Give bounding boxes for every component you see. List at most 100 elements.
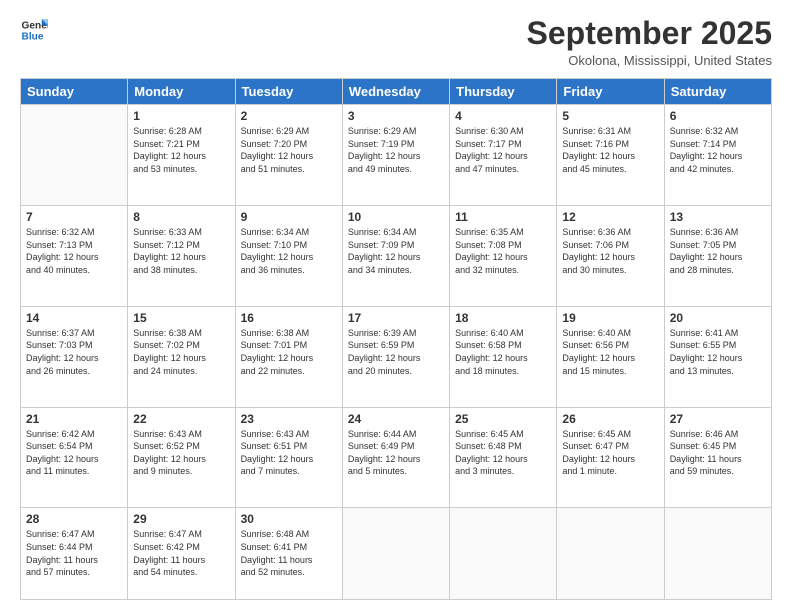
week-row-4: 21 Sunrise: 6:42 AM Sunset: 6:54 PM Dayli… — [21, 407, 772, 508]
cell-w4-d5: 25 Sunrise: 6:45 AM Sunset: 6:48 PM Dayli… — [450, 407, 557, 508]
cell-info: Sunrise: 6:29 AM Sunset: 7:20 PM Dayligh… — [241, 125, 337, 175]
day-number: 20 — [670, 311, 766, 325]
col-saturday: Saturday — [664, 79, 771, 105]
day-number: 10 — [348, 210, 444, 224]
cell-info: Sunrise: 6:31 AM Sunset: 7:16 PM Dayligh… — [562, 125, 658, 175]
logo: General Blue — [20, 16, 48, 44]
day-number: 11 — [455, 210, 551, 224]
cell-w5-d7 — [664, 508, 771, 600]
day-number: 17 — [348, 311, 444, 325]
day-number: 25 — [455, 412, 551, 426]
cell-info: Sunrise: 6:38 AM Sunset: 7:01 PM Dayligh… — [241, 327, 337, 377]
col-wednesday: Wednesday — [342, 79, 449, 105]
cell-w1-d1 — [21, 105, 128, 206]
cell-w5-d6 — [557, 508, 664, 600]
cell-info: Sunrise: 6:45 AM Sunset: 6:47 PM Dayligh… — [562, 428, 658, 478]
col-tuesday: Tuesday — [235, 79, 342, 105]
day-number: 16 — [241, 311, 337, 325]
week-row-2: 7Sunrise: 6:32 AM Sunset: 7:13 PM Daylig… — [21, 205, 772, 306]
cell-w5-d5 — [450, 508, 557, 600]
cell-info: Sunrise: 6:39 AM Sunset: 6:59 PM Dayligh… — [348, 327, 444, 377]
cell-w1-d4: 3 Sunrise: 6:29 AM Sunset: 7:19 PM Daylig… — [342, 105, 449, 206]
week-row-5: 28 Sunrise: 6:47 AM Sunset: 6:44 PM Dayli… — [21, 508, 772, 600]
day-number: 9 — [241, 210, 337, 224]
week-row-1: 1Sunrise: 6:28 AM Sunset: 7:21 PM Daylig… — [21, 105, 772, 206]
cell-w2-d1: 7Sunrise: 6:32 AM Sunset: 7:13 PM Daylig… — [21, 205, 128, 306]
day-number: 22 — [133, 412, 229, 426]
cell-w2-d2: 8Sunrise: 6:33 AM Sunset: 7:12 PM Daylig… — [128, 205, 235, 306]
cell-info: Sunrise: 6:33 AM Sunset: 7:12 PM Dayligh… — [133, 226, 229, 276]
location: Okolona, Mississippi, United States — [527, 53, 772, 68]
day-number: 19 — [562, 311, 658, 325]
day-number: 2 — [241, 109, 337, 123]
cell-w5-d3: 30 Sunrise: 6:48 AM Sunset: 6:41 PM Dayli… — [235, 508, 342, 600]
cell-w2-d3: 9 Sunrise: 6:34 AM Sunset: 7:10 PM Daylig… — [235, 205, 342, 306]
cell-w1-d7: 6 Sunrise: 6:32 AM Sunset: 7:14 PM Daylig… — [664, 105, 771, 206]
day-number: 15 — [133, 311, 229, 325]
day-number: 12 — [562, 210, 658, 224]
header-row: Sunday Monday Tuesday Wednesday Thursday… — [21, 79, 772, 105]
logo-icon: General Blue — [20, 16, 48, 44]
cell-w3-d1: 14 Sunrise: 6:37 AM Sunset: 7:03 PM Dayli… — [21, 306, 128, 407]
cell-w4-d3: 23Sunrise: 6:43 AM Sunset: 6:51 PM Dayli… — [235, 407, 342, 508]
day-number: 7 — [26, 210, 122, 224]
cell-info: Sunrise: 6:32 AM Sunset: 7:14 PM Dayligh… — [670, 125, 766, 175]
cell-w3-d2: 15 Sunrise: 6:38 AM Sunset: 7:02 PM Dayli… — [128, 306, 235, 407]
cell-info: Sunrise: 6:46 AM Sunset: 6:45 PM Dayligh… — [670, 428, 766, 478]
col-monday: Monday — [128, 79, 235, 105]
cell-info: Sunrise: 6:48 AM Sunset: 6:41 PM Dayligh… — [241, 528, 337, 578]
day-number: 21 — [26, 412, 122, 426]
cell-info: Sunrise: 6:47 AM Sunset: 6:42 PM Dayligh… — [133, 528, 229, 578]
cell-w4-d4: 24Sunrise: 6:44 AM Sunset: 6:49 PM Dayli… — [342, 407, 449, 508]
day-number: 24 — [348, 412, 444, 426]
cell-w5-d1: 28 Sunrise: 6:47 AM Sunset: 6:44 PM Dayli… — [21, 508, 128, 600]
cell-info: Sunrise: 6:35 AM Sunset: 7:08 PM Dayligh… — [455, 226, 551, 276]
col-sunday: Sunday — [21, 79, 128, 105]
cell-info: Sunrise: 6:38 AM Sunset: 7:02 PM Dayligh… — [133, 327, 229, 377]
cell-info: Sunrise: 6:47 AM Sunset: 6:44 PM Dayligh… — [26, 528, 122, 578]
week-row-3: 14 Sunrise: 6:37 AM Sunset: 7:03 PM Dayli… — [21, 306, 772, 407]
cell-w2-d5: 11 Sunrise: 6:35 AM Sunset: 7:08 PM Dayli… — [450, 205, 557, 306]
cell-info: Sunrise: 6:45 AM Sunset: 6:48 PM Dayligh… — [455, 428, 551, 478]
cell-w4-d6: 26 Sunrise: 6:45 AM Sunset: 6:47 PM Dayli… — [557, 407, 664, 508]
cell-w4-d2: 22 Sunrise: 6:43 AM Sunset: 6:52 PM Dayli… — [128, 407, 235, 508]
day-number: 18 — [455, 311, 551, 325]
page: General Blue September 2025 Okolona, Mis… — [0, 0, 792, 612]
cell-w1-d6: 5 Sunrise: 6:31 AM Sunset: 7:16 PM Daylig… — [557, 105, 664, 206]
day-number: 23 — [241, 412, 337, 426]
cell-info: Sunrise: 6:30 AM Sunset: 7:17 PM Dayligh… — [455, 125, 551, 175]
cell-w1-d2: 1Sunrise: 6:28 AM Sunset: 7:21 PM Daylig… — [128, 105, 235, 206]
cell-w3-d7: 20 Sunrise: 6:41 AM Sunset: 6:55 PM Dayli… — [664, 306, 771, 407]
cell-info: Sunrise: 6:34 AM Sunset: 7:09 PM Dayligh… — [348, 226, 444, 276]
cell-info: Sunrise: 6:43 AM Sunset: 6:52 PM Dayligh… — [133, 428, 229, 478]
cell-info: Sunrise: 6:34 AM Sunset: 7:10 PM Dayligh… — [241, 226, 337, 276]
cell-w2-d4: 10 Sunrise: 6:34 AM Sunset: 7:09 PM Dayli… — [342, 205, 449, 306]
day-number: 4 — [455, 109, 551, 123]
cell-w4-d1: 21 Sunrise: 6:42 AM Sunset: 6:54 PM Dayli… — [21, 407, 128, 508]
cell-w2-d6: 12 Sunrise: 6:36 AM Sunset: 7:06 PM Dayli… — [557, 205, 664, 306]
day-number: 29 — [133, 512, 229, 526]
cell-info: Sunrise: 6:41 AM Sunset: 6:55 PM Dayligh… — [670, 327, 766, 377]
cell-info: Sunrise: 6:36 AM Sunset: 7:05 PM Dayligh… — [670, 226, 766, 276]
header: General Blue September 2025 Okolona, Mis… — [20, 16, 772, 68]
cell-info: Sunrise: 6:36 AM Sunset: 7:06 PM Dayligh… — [562, 226, 658, 276]
svg-text:Blue: Blue — [22, 31, 44, 42]
day-number: 27 — [670, 412, 766, 426]
cell-w5-d4 — [342, 508, 449, 600]
month-title: September 2025 — [527, 16, 772, 51]
day-number: 14 — [26, 311, 122, 325]
col-friday: Friday — [557, 79, 664, 105]
day-number: 5 — [562, 109, 658, 123]
day-number: 3 — [348, 109, 444, 123]
cell-w2-d7: 13Sunrise: 6:36 AM Sunset: 7:05 PM Dayli… — [664, 205, 771, 306]
cell-info: Sunrise: 6:42 AM Sunset: 6:54 PM Dayligh… — [26, 428, 122, 478]
cell-info: Sunrise: 6:37 AM Sunset: 7:03 PM Dayligh… — [26, 327, 122, 377]
cell-info: Sunrise: 6:28 AM Sunset: 7:21 PM Dayligh… — [133, 125, 229, 175]
day-number: 30 — [241, 512, 337, 526]
cell-w1-d5: 4 Sunrise: 6:30 AM Sunset: 7:17 PM Daylig… — [450, 105, 557, 206]
day-number: 26 — [562, 412, 658, 426]
day-number: 6 — [670, 109, 766, 123]
cell-info: Sunrise: 6:29 AM Sunset: 7:19 PM Dayligh… — [348, 125, 444, 175]
cell-w3-d4: 17 Sunrise: 6:39 AM Sunset: 6:59 PM Dayli… — [342, 306, 449, 407]
day-number: 28 — [26, 512, 122, 526]
